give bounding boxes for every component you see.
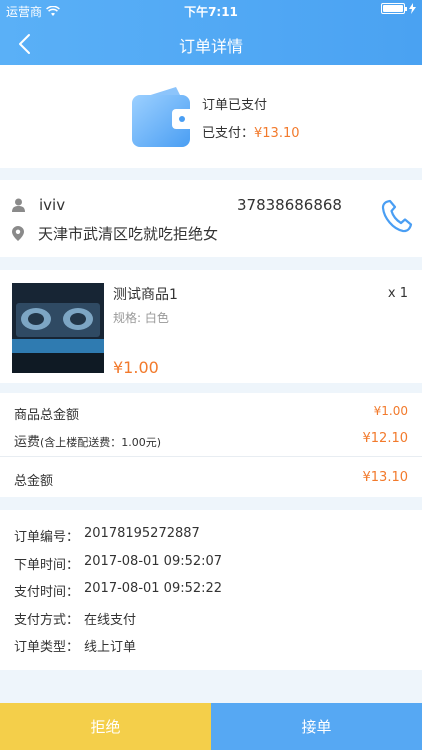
phone-icon bbox=[381, 199, 413, 233]
order-info-card: 订单编号： 20178195272887 下单时间： 2017-08-01 09… bbox=[0, 510, 422, 670]
contact-card: iviv 37838686868 天津市武清区吃就吃拒绝女 bbox=[0, 180, 422, 257]
total-label: 总金额 bbox=[14, 474, 54, 489]
stove-image bbox=[12, 283, 104, 373]
order-time-value: 2017-08-01 09:52:07 bbox=[84, 554, 223, 569]
header: 运营商 下午7:11 订单详情 bbox=[0, 0, 422, 65]
shipping-note: (含上楼配送费：1.00元) bbox=[40, 436, 162, 449]
order-time-label: 下单时间： bbox=[14, 558, 80, 573]
shipping-label: 运费(含上楼配送费：1.00元) bbox=[14, 435, 162, 450]
order-no-value: 20178195272887 bbox=[84, 526, 200, 541]
order-type-value: 线上订单 bbox=[84, 640, 137, 655]
contact-address: 天津市武清区吃就吃拒绝女 bbox=[38, 225, 219, 243]
page-title: 订单详情 bbox=[178, 37, 243, 56]
contact-phone: 37838686868 bbox=[237, 196, 342, 214]
goods-total-label: 商品总金额 bbox=[14, 408, 80, 423]
paid-amount: 已支付：¥13.10 bbox=[202, 122, 300, 141]
status-time: 下午7:11 bbox=[184, 5, 238, 19]
total-value: ¥13.10 bbox=[362, 470, 409, 485]
info-row-order-time: 下单时间： 2017-08-01 09:52:07 bbox=[14, 554, 222, 573]
pay-time-value: 2017-08-01 09:52:22 bbox=[84, 581, 223, 596]
goods-card: 测试商品1 x 1 规格: 白色 ¥1.00 bbox=[0, 270, 422, 383]
order-status-text: 订单已支付 bbox=[202, 98, 268, 113]
contact-address-row: 天津市武清区吃就吃拒绝女 bbox=[12, 223, 218, 244]
goods-price: ¥1.00 bbox=[113, 358, 159, 377]
pay-time-label: 支付时间： bbox=[14, 585, 80, 600]
battery-icon bbox=[381, 3, 407, 14]
order-status-card: 订单已支付 已支付：¥13.10 bbox=[0, 65, 422, 168]
goods-quantity: x 1 bbox=[387, 286, 408, 301]
info-row-order-type: 订单类型： 线上订单 bbox=[14, 636, 136, 655]
summary-divider bbox=[0, 456, 422, 457]
action-bar: 拒绝 接单 bbox=[0, 703, 422, 750]
goods-image[interactable] bbox=[12, 283, 104, 373]
goods-name: 测试商品1 bbox=[113, 287, 178, 303]
info-row-order-no: 订单编号： 20178195272887 bbox=[14, 526, 200, 545]
call-button[interactable] bbox=[381, 198, 413, 238]
pay-method-label: 支付方式： bbox=[14, 613, 80, 628]
paid-price: ¥13.10 bbox=[254, 126, 300, 141]
order-no-label: 订单编号： bbox=[14, 530, 80, 545]
person-icon bbox=[12, 198, 25, 212]
goods-spec: 规格: 白色 bbox=[113, 311, 169, 325]
navbar: 订单详情 bbox=[0, 22, 422, 65]
accept-button[interactable]: 接单 bbox=[211, 703, 422, 750]
info-row-pay-method: 支付方式： 在线支付 bbox=[14, 609, 136, 628]
contact-name: iviv bbox=[39, 196, 66, 214]
location-pin-icon bbox=[12, 226, 24, 241]
order-type-label: 订单类型： bbox=[14, 640, 80, 655]
paid-label: 已支付： bbox=[202, 126, 255, 141]
price-summary-card: 商品总金额 ¥1.00 运费(含上楼配送费：1.00元) ¥12.10 总金额 … bbox=[0, 393, 422, 497]
charging-icon bbox=[409, 3, 416, 14]
info-row-pay-time: 支付时间： 2017-08-01 09:52:22 bbox=[14, 581, 222, 600]
contact-name-row: iviv bbox=[12, 196, 65, 214]
status-bar: 运营商 下午7:11 bbox=[0, 0, 422, 22]
goods-total-value: ¥1.00 bbox=[373, 404, 408, 418]
reject-button[interactable]: 拒绝 bbox=[0, 703, 211, 750]
wallet-icon bbox=[132, 87, 194, 147]
shipping-value: ¥12.10 bbox=[362, 431, 409, 446]
pay-method-value: 在线支付 bbox=[84, 613, 137, 628]
